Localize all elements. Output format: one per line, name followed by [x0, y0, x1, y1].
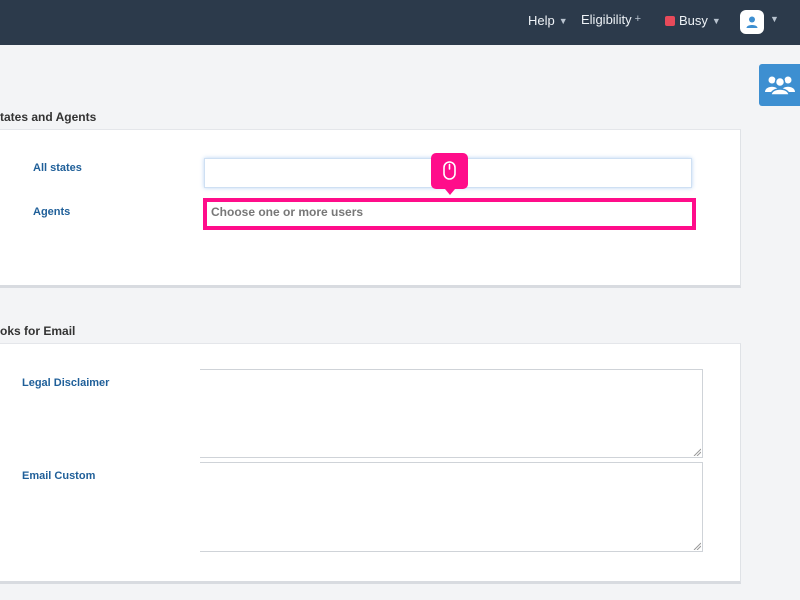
section-title-states-agents: tates and Agents [0, 110, 97, 124]
chevron-down-icon[interactable]: ▼ [770, 14, 779, 24]
plus-icon: + [634, 13, 642, 25]
help-menu[interactable]: Help ▼ [528, 13, 568, 28]
states-agents-panel: All states Agents Choose one or more use… [0, 129, 741, 288]
resize-handle-icon[interactable] [693, 448, 701, 456]
user-icon [746, 16, 758, 28]
status-menu[interactable]: Busy ▼ [665, 13, 721, 28]
legal-disclaimer-label: Legal Disclaimer [22, 377, 110, 389]
eligibility-menu[interactable]: Eligibility + [581, 12, 641, 27]
eligibility-label: Eligibility [581, 12, 632, 27]
email-hooks-panel: Legal Disclaimer Email Custom [0, 343, 741, 584]
users-icon [765, 76, 795, 96]
mouse-icon [443, 161, 456, 180]
legal-disclaimer-textarea[interactable] [200, 369, 703, 458]
click-indicator [431, 153, 468, 195]
resize-handle-icon[interactable] [693, 542, 701, 550]
section-title-email-hooks: oks for Email [0, 324, 76, 338]
email-custom-label: Email Custom [22, 470, 96, 482]
agents-label: Agents [33, 206, 71, 218]
status-label: Busy [679, 13, 708, 28]
chevron-down-icon: ▼ [558, 16, 568, 26]
status-dot-icon [665, 16, 675, 26]
users-side-tab[interactable] [759, 64, 800, 106]
avatar[interactable] [740, 10, 764, 34]
all-states-label: All states [33, 162, 82, 174]
chevron-down-icon: ▼ [711, 16, 721, 26]
help-label: Help [528, 13, 555, 28]
agents-select[interactable]: Choose one or more users [203, 198, 696, 230]
email-custom-textarea[interactable] [200, 462, 703, 552]
top-navbar: Help ▼ Eligibility + Busy ▼ ▼ [0, 0, 800, 45]
